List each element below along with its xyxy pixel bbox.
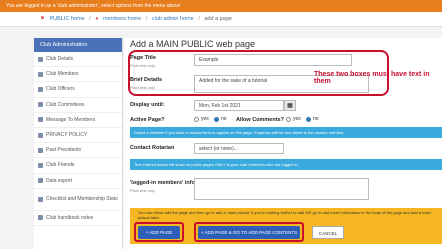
sidebar-item-label: Club Committees xyxy=(46,101,85,108)
radio-label: no xyxy=(221,116,227,122)
friends-icon xyxy=(38,162,43,168)
home-icon: ⚑ xyxy=(40,16,45,22)
display-until-label: Display until: xyxy=(130,102,165,108)
add-page-and-contents-button[interactable]: + ADD PAGE & GO TO ADD PAGE CONTENTS xyxy=(198,226,300,239)
sidebar-item-label: Club Members xyxy=(46,71,79,78)
breadcrumb-separator: / xyxy=(198,16,200,22)
sidebar: Club Administration Club Details Club Me… xyxy=(34,38,123,249)
add-page-button[interactable]: + ADD PAGE xyxy=(138,226,180,239)
members-icon xyxy=(38,71,43,77)
annotation-text: These two boxes must have text in them xyxy=(314,71,430,85)
sidebar-item-checklist[interactable]: Checklist and Membership Stats xyxy=(34,189,122,211)
sidebar-item-label: Data export xyxy=(46,177,72,184)
contact-rotarian-select[interactable]: select (or none)... xyxy=(194,143,284,154)
radio-selected-icon xyxy=(214,116,219,122)
sidebar-item-club-friends[interactable]: Club Friends xyxy=(34,158,122,174)
sidebar-item-club-officers[interactable]: Club Officers xyxy=(34,82,122,98)
sidebar-item-club-committees[interactable]: Club Committees xyxy=(34,98,122,113)
calendar-icon[interactable]: ▦ xyxy=(284,100,296,111)
sidebar-item-label: Checklist and Membership Stats xyxy=(46,195,118,202)
admin-banner: You are logged in as a 'club administrat… xyxy=(0,0,442,12)
cancel-button[interactable]: CANCEL xyxy=(312,226,344,239)
sidebar-item-label: Message To Members xyxy=(46,116,96,123)
breadcrumb-members-home[interactable]: members home xyxy=(103,16,141,22)
loggedin-info-hint: Plain text only xyxy=(130,188,155,193)
radio-label: no xyxy=(313,116,319,122)
privacy-icon xyxy=(38,132,43,138)
active-page-label: Active Page? xyxy=(130,117,165,123)
sidebar-item-club-members[interactable]: Club Members xyxy=(34,67,122,83)
comments-yes-radio[interactable]: yes xyxy=(286,116,301,122)
brief-details-label: Brief Details xyxy=(130,77,163,83)
breadcrumb-current: add a page xyxy=(204,16,232,22)
action-panel: You can either add the page and then go … xyxy=(130,208,442,244)
comments-no-radio[interactable]: no xyxy=(306,116,319,122)
sidebar-item-label: Club Officers xyxy=(46,86,75,93)
sidebar-item-label: Club Details xyxy=(46,56,73,63)
breadcrumb-club-admin-home[interactable]: club admin home xyxy=(152,16,194,22)
sidebar-item-label: PRIVACY POLICY xyxy=(46,132,88,139)
handbook-icon xyxy=(38,215,43,221)
sidebar-item-message-to-members[interactable]: Message To Members xyxy=(34,113,122,128)
breadcrumb-separator: / xyxy=(89,16,91,22)
officers-icon xyxy=(38,86,43,92)
allow-comments-label: Allow Comments? xyxy=(236,117,284,123)
export-icon xyxy=(38,178,43,184)
loggedin-info-textarea[interactable] xyxy=(194,178,369,200)
contact-info-bar: Select a member if you want a contact fo… xyxy=(130,127,442,138)
brief-details-hint: Plain text only xyxy=(130,85,155,90)
contact-rotarian-label: Contact Rotarian xyxy=(130,145,175,151)
breadcrumb: ⚑ PUBLIC home / ● members home / club ad… xyxy=(0,12,442,27)
sidebar-item-label: Past Presidents xyxy=(46,147,82,154)
active-yes-radio[interactable]: yes xyxy=(194,116,209,122)
display-until-input[interactable]: Mon, Feb 1st 2021 xyxy=(194,100,284,111)
sidebar-item-data-export[interactable]: Data export xyxy=(34,174,122,189)
page-title: Add a MAIN PUBLIC web page xyxy=(130,39,256,49)
radio-selected-icon xyxy=(306,116,311,122)
sidebar-header: Club Administration xyxy=(34,38,122,52)
sidebar-item-label: Club handbook notes xyxy=(46,214,94,221)
committees-icon xyxy=(38,102,43,108)
message-icon xyxy=(38,117,43,123)
radio-label: yes xyxy=(293,116,301,122)
details-icon xyxy=(38,56,43,62)
user-icon: ● xyxy=(95,16,99,22)
checklist-icon xyxy=(38,196,43,202)
breadcrumb-public-home[interactable]: PUBLIC home xyxy=(49,16,84,22)
page-title-hint: Plain text only xyxy=(130,63,155,68)
breadcrumb-separator: / xyxy=(145,16,148,22)
sidebar-item-label: Club Friends xyxy=(46,162,75,169)
radio-label: yes xyxy=(201,116,209,122)
active-no-radio[interactable]: no xyxy=(214,116,227,122)
sidebar-item-past-presidents[interactable]: Past Presidents xyxy=(34,143,122,159)
sidebar-item-privacy-policy[interactable]: PRIVACY POLICY xyxy=(34,128,122,144)
radio-icon xyxy=(286,116,291,122)
page-title-input[interactable]: Example xyxy=(194,54,352,66)
page-title-label: Page Title xyxy=(130,55,156,61)
sidebar-item-club-details[interactable]: Club Details xyxy=(34,52,122,68)
presidents-icon xyxy=(38,147,43,153)
action-panel-text: You can either add the page and then go … xyxy=(138,210,431,220)
members-info-bar: Text entered below will show on public p… xyxy=(130,159,442,170)
main-content: Add a MAIN PUBLIC web page Page Title Pl… xyxy=(124,38,442,249)
radio-icon xyxy=(194,116,199,122)
sidebar-item-handbook[interactable]: Club handbook notes xyxy=(34,211,122,226)
loggedin-info-label: 'logged-in members' info xyxy=(130,180,195,186)
